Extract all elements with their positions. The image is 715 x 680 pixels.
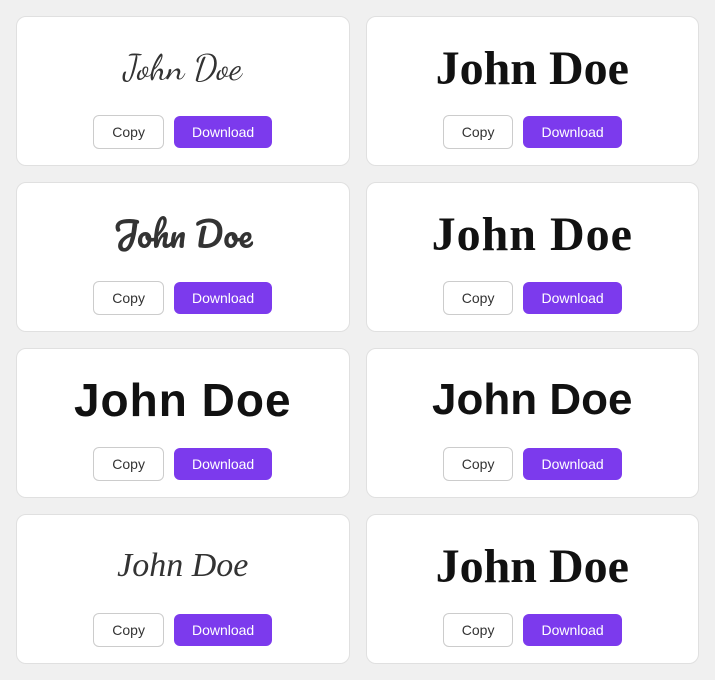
copy-button[interactable]: Copy: [443, 115, 514, 149]
signature-display: John Doe: [41, 203, 325, 265]
card-actions: Copy Download: [93, 281, 272, 315]
signature-card-3: John Doe Copy Download: [16, 182, 350, 332]
signature-text: John Doe: [436, 539, 629, 594]
signature-card-6: John Doe Copy Download: [366, 348, 700, 498]
card-actions: Copy Download: [93, 447, 272, 481]
download-button[interactable]: Download: [174, 614, 272, 646]
copy-button[interactable]: Copy: [443, 613, 514, 647]
download-button[interactable]: Download: [523, 282, 621, 314]
download-button[interactable]: Download: [523, 614, 621, 646]
card-actions: Copy Download: [443, 613, 622, 647]
copy-button[interactable]: Copy: [93, 613, 164, 647]
signature-text: John Doe: [74, 373, 292, 427]
download-button[interactable]: Download: [174, 282, 272, 314]
copy-button[interactable]: Copy: [93, 447, 164, 481]
signature-display: John Doe: [391, 369, 675, 431]
copy-button[interactable]: Copy: [93, 281, 164, 315]
signature-text: John Doe: [436, 41, 629, 96]
signature-text: John Doe: [432, 207, 633, 262]
signature-grid: John Doe Copy Download John Doe Copy Download…: [16, 16, 699, 664]
card-actions: Copy Download: [443, 447, 622, 481]
card-actions: Copy Download: [93, 115, 272, 149]
copy-button[interactable]: Copy: [93, 115, 164, 149]
download-button[interactable]: Download: [174, 448, 272, 480]
signature-text: John Doe: [124, 47, 242, 90]
signature-text: John Doe: [432, 375, 632, 425]
signature-display: John Doe: [391, 37, 675, 99]
signature-card-7: John Doe Copy Download: [16, 514, 350, 664]
card-actions: Copy Download: [443, 281, 622, 315]
signature-card-2: John Doe Copy Download: [366, 16, 700, 166]
signature-display: John Doe: [41, 37, 325, 99]
card-actions: Copy Download: [443, 115, 622, 149]
signature-text: John Doe: [113, 205, 252, 264]
signature-display: John Doe: [391, 203, 675, 265]
signature-card-5: John Doe Copy Download: [16, 348, 350, 498]
signature-text: John Doe: [117, 547, 248, 585]
download-button[interactable]: Download: [523, 116, 621, 148]
copy-button[interactable]: Copy: [443, 281, 514, 315]
download-button[interactable]: Download: [174, 116, 272, 148]
copy-button[interactable]: Copy: [443, 447, 514, 481]
signature-display: John Doe: [41, 535, 325, 597]
signature-card-8: John Doe Copy Download: [366, 514, 700, 664]
signature-card-1: John Doe Copy Download: [16, 16, 350, 166]
signature-display: John Doe: [391, 535, 675, 597]
download-button[interactable]: Download: [523, 448, 621, 480]
card-actions: Copy Download: [93, 613, 272, 647]
signature-card-4: John Doe Copy Download: [366, 182, 700, 332]
signature-display: John Doe: [41, 369, 325, 431]
